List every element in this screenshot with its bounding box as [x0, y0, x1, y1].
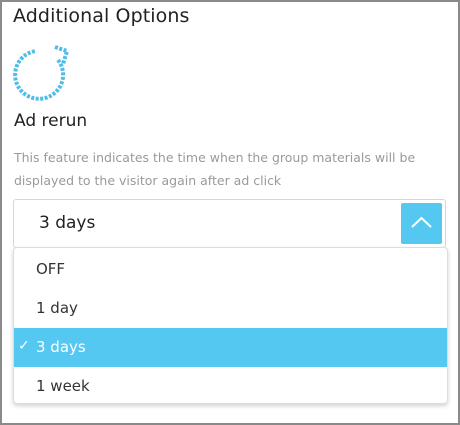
additional-options-panel: Additional Options Ad rerun This feature…	[0, 0, 460, 425]
option-off[interactable]: OFF	[14, 250, 447, 289]
dropdown-toggle-button[interactable]	[401, 203, 442, 244]
option-label: 1 day	[36, 299, 78, 317]
section-title: Additional Options	[13, 5, 190, 27]
dropdown-menu: OFF 1 day ✓ 3 days 1 week	[13, 247, 448, 404]
feature-description: This feature indicates the time when the…	[14, 150, 416, 188]
option-1-day[interactable]: 1 day	[14, 289, 447, 328]
option-3-days[interactable]: ✓ 3 days	[14, 328, 447, 367]
option-label: 1 week	[36, 377, 90, 395]
option-label: 3 days	[36, 338, 86, 356]
select-current-value: 3 days	[39, 213, 96, 233]
rerun-period-select[interactable]: 3 days	[13, 199, 446, 248]
rerun-icon	[12, 44, 72, 106]
option-1-week[interactable]: 1 week	[14, 367, 447, 406]
check-icon: ✓	[18, 338, 30, 354]
option-label: OFF	[36, 260, 66, 278]
feature-title: Ad rerun	[14, 111, 88, 131]
chevron-up-icon	[411, 216, 432, 228]
